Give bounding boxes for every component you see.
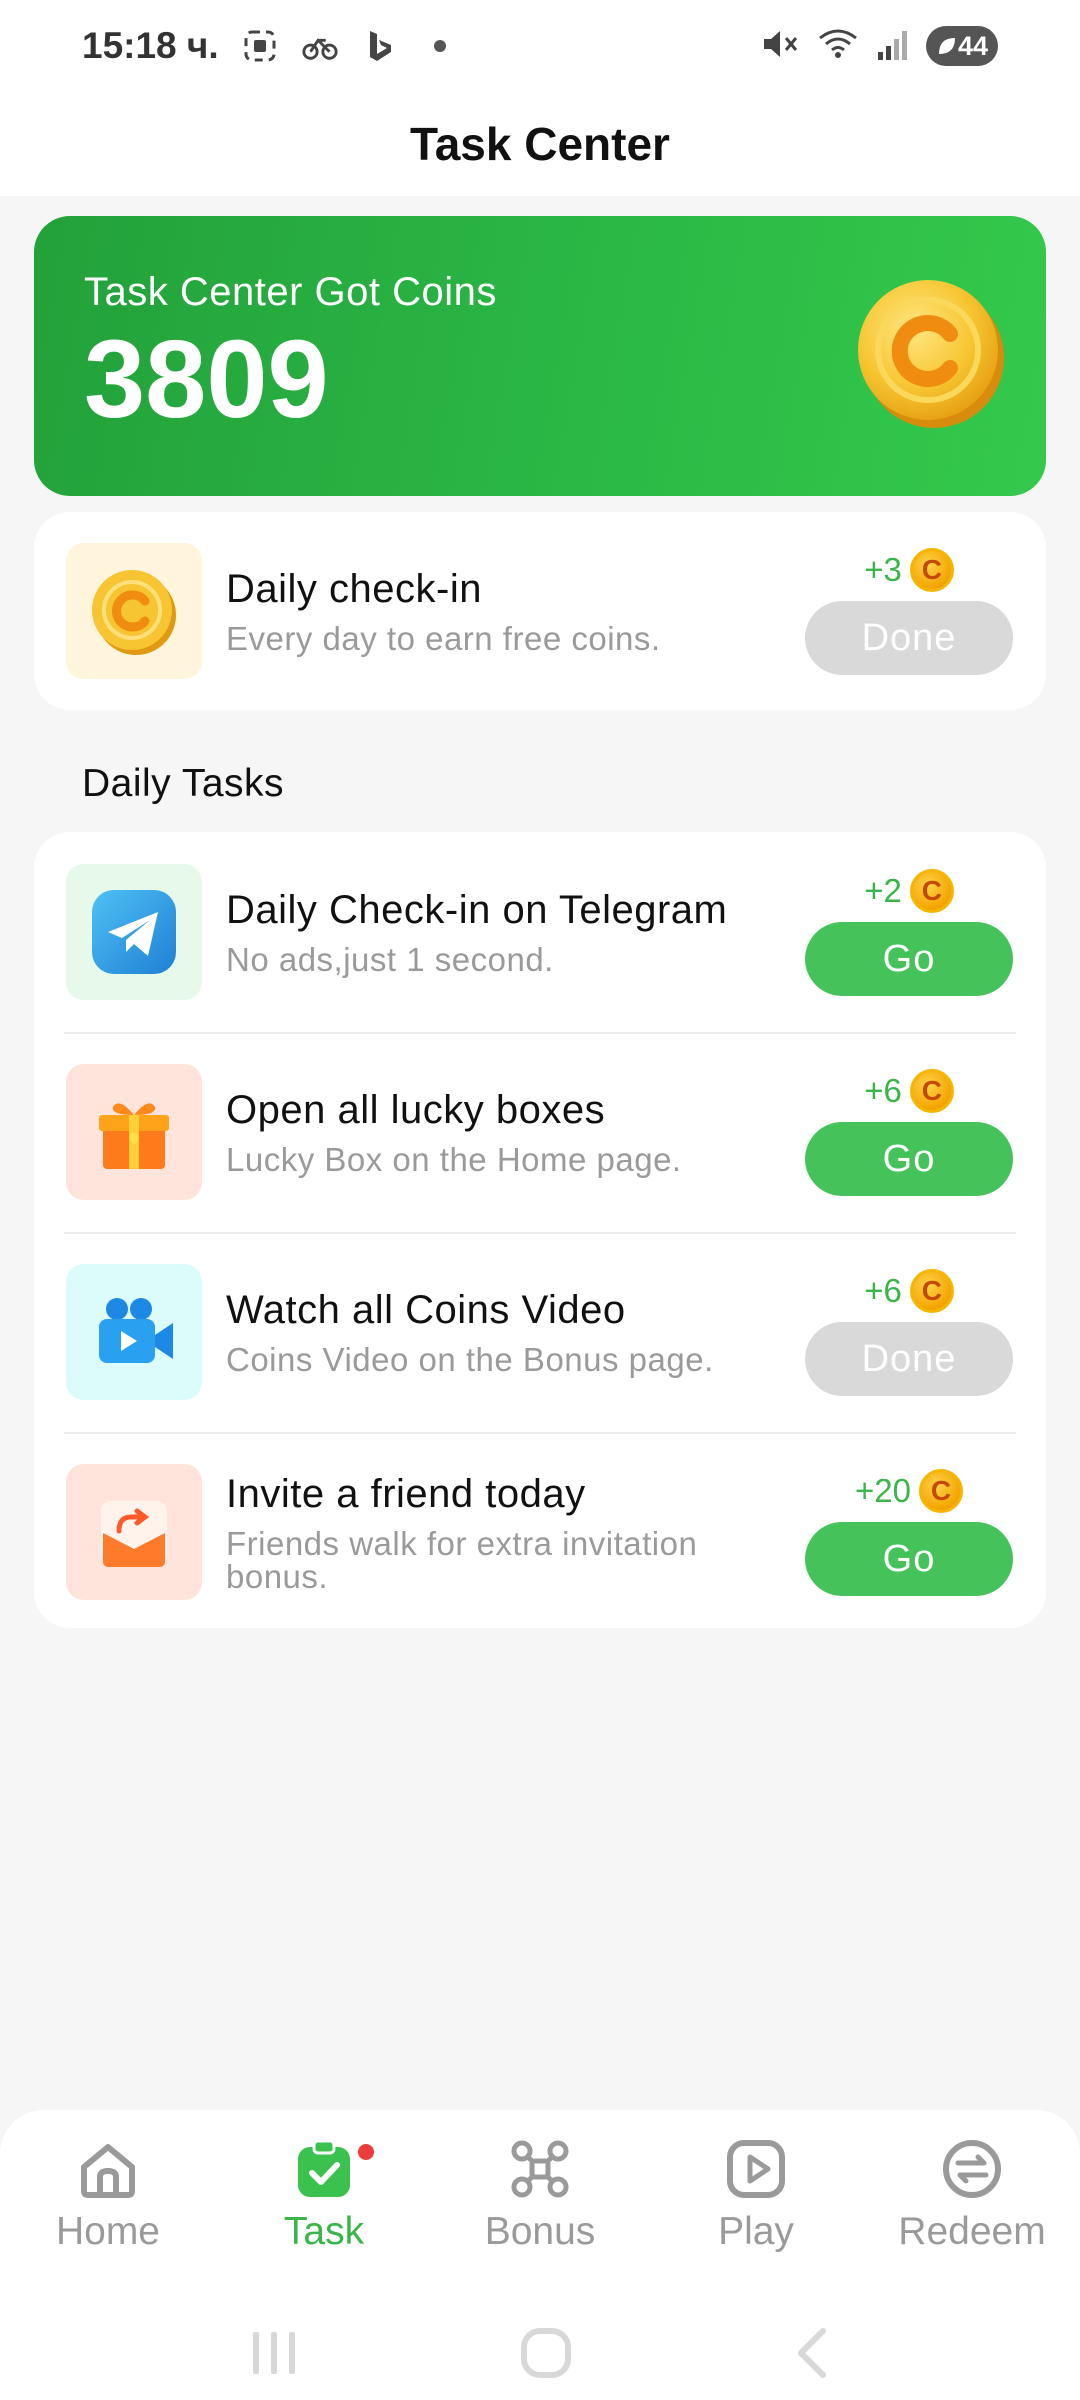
title-bar: Task Center <box>0 92 1080 196</box>
task-reward: +6 C <box>864 1068 954 1114</box>
task-title: Invite a friend today <box>226 1471 586 1516</box>
task-actions: +6 C Done <box>804 1268 1014 1396</box>
leaf-icon <box>938 38 955 54</box>
checkin-coin-icon <box>66 543 202 679</box>
task-reward: +6 C <box>864 1268 954 1314</box>
task-subtitle: Friends walk for extra invitation bonus. <box>226 1524 698 1595</box>
nav-label: Task <box>283 2210 365 2253</box>
coin-icon <box>858 280 1004 428</box>
reward-amount: +6 <box>864 1072 902 1109</box>
recent-apps-button[interactable] <box>249 2328 301 2383</box>
task-title: Daily Check-in on Telegram <box>226 888 728 932</box>
checkin-done-button[interactable]: Done <box>805 601 1013 675</box>
home-icon <box>73 2134 143 2204</box>
coin-icon: C <box>909 1069 954 1113</box>
nav-label: Play <box>718 2210 794 2253</box>
task-title: Open all lucky boxes <box>226 1088 606 1132</box>
daily-checkin-card: Daily check-in Every day to earn free co… <box>34 512 1046 710</box>
screenshot-icon <box>241 27 279 65</box>
task-text: Open all lucky boxes Lucky Box on the Ho… <box>226 1088 804 1176</box>
reward-amount: +6 <box>864 1272 902 1309</box>
coin-icon: C <box>909 1269 954 1313</box>
task-actions: +6 C Go <box>804 1068 1014 1196</box>
mute-icon <box>760 26 800 67</box>
task-subtitle: No ads,just 1 second. <box>226 941 554 978</box>
nav-item-home[interactable]: Home <box>8 2134 208 2254</box>
coin-icon: C <box>909 548 954 592</box>
task-reward: +2 C <box>864 868 954 914</box>
status-right: 44 <box>760 26 998 67</box>
task-actions: +20 C Go <box>804 1468 1014 1596</box>
page-title: Task Center <box>410 118 670 170</box>
task-title: Watch all Coins Video <box>226 1288 626 1332</box>
invite-envelope-icon <box>66 1464 202 1600</box>
lucky-boxes-go-button[interactable]: Go <box>805 1122 1013 1196</box>
telegram-icon <box>66 864 202 1000</box>
telegram-go-button[interactable]: Go <box>805 922 1013 996</box>
task-row: Invite a friend today Friends walk for e… <box>34 1432 1046 1632</box>
video-camera-icon <box>66 1264 202 1400</box>
checkin-subtitle: Every day to earn free coins. <box>226 620 661 657</box>
wifi-icon <box>816 26 860 67</box>
nav-item-bonus[interactable]: Bonus <box>440 2134 640 2254</box>
checkin-actions: +3 C Done <box>804 547 1014 675</box>
battery-indicator: 44 <box>925 26 998 66</box>
play-icon <box>721 2134 791 2204</box>
coins-banner: Task Center Got Coins 3809 <box>34 216 1046 496</box>
reward-amount: +3 <box>864 551 902 588</box>
status-left: 15:18 ч. <box>82 25 459 67</box>
daily-tasks-card: Daily Check-in on Telegram No ads,just 1… <box>34 832 1046 1628</box>
reward-amount: +2 <box>864 872 902 909</box>
nav-label: Redeem <box>898 2210 1046 2253</box>
status-bar: 15:18 ч. 44 <box>0 0 1080 92</box>
task-subtitle: Coins Video on the Bonus page. <box>226 1341 714 1378</box>
task-row: Daily Check-in on Telegram No ads,just 1… <box>34 832 1046 1032</box>
home-system-button[interactable] <box>518 2325 574 2386</box>
reward-amount: +20 <box>855 1472 911 1509</box>
bonus-network-icon <box>505 2134 575 2204</box>
daily-tasks-heading: Daily Tasks <box>82 762 285 805</box>
battery-level: 44 <box>957 30 988 61</box>
bottom-nav: Home Task Bonus Play Redeem <box>0 2110 1080 2310</box>
task-text: Daily Check-in on Telegram No ads,just 1… <box>226 888 804 976</box>
system-nav-bar <box>0 2310 1080 2400</box>
coin-icon: C <box>909 869 954 913</box>
redeem-exchange-icon <box>937 2134 1007 2204</box>
coin-icon: C <box>918 1469 963 1513</box>
notification-dot <box>358 2144 374 2160</box>
task-text: Watch all Coins Video Coins Video on the… <box>226 1288 804 1376</box>
nav-item-play[interactable]: Play <box>656 2134 856 2254</box>
task-clipboard-icon <box>289 2134 359 2204</box>
checkin-title: Daily check-in <box>226 567 482 611</box>
nav-label: Home <box>55 2210 161 2253</box>
status-time: 15:18 ч. <box>82 25 219 66</box>
dot-icon <box>421 27 459 65</box>
task-reward: +20 C <box>855 1468 963 1514</box>
invite-go-button[interactable]: Go <box>805 1522 1013 1596</box>
task-row: Open all lucky boxes Lucky Box on the Ho… <box>34 1032 1046 1232</box>
task-text: Invite a friend today Friends walk for e… <box>226 1472 804 1593</box>
checkin-reward: +3 C <box>864 547 954 593</box>
task-actions: +2 C Go <box>804 868 1014 996</box>
signal-icon <box>876 26 910 67</box>
task-row: Watch all Coins Video Coins Video on the… <box>34 1232 1046 1432</box>
gift-icon <box>66 1064 202 1200</box>
nav-item-task[interactable]: Task <box>224 2134 424 2254</box>
task-subtitle: Lucky Box on the Home page. <box>226 1141 682 1178</box>
coins-video-done-button[interactable]: Done <box>805 1322 1013 1396</box>
back-button[interactable] <box>791 2325 831 2386</box>
nav-item-redeem[interactable]: Redeem <box>872 2134 1072 2254</box>
daily-checkin-row: Daily check-in Every day to earn free co… <box>34 512 1046 710</box>
bing-icon <box>361 27 399 65</box>
nav-label: Bonus <box>484 2210 596 2253</box>
checkin-text: Daily check-in Every day to earn free co… <box>226 567 804 655</box>
bike-icon <box>301 27 339 65</box>
